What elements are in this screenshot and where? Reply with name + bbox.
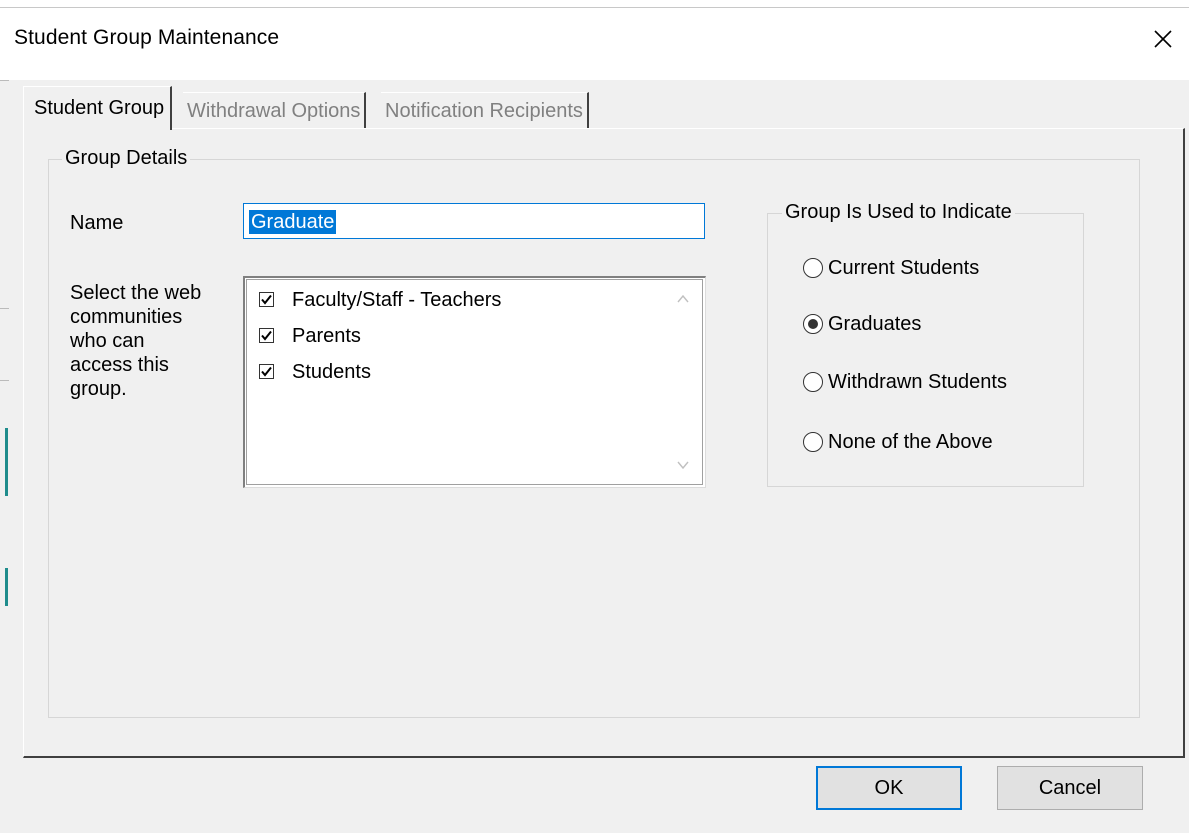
name-input-value: Graduate (249, 210, 337, 234)
edge-divider (0, 80, 9, 81)
radio-label: None of the Above (828, 431, 993, 453)
student-group-maintenance-dialog: Student Group Maintenance Student Group … (0, 0, 1189, 833)
radio-label: Current Students (828, 257, 980, 279)
top-divider (0, 7, 1189, 8)
dialog-title: Student Group Maintenance (14, 26, 280, 49)
radio-unselected-icon[interactable] (803, 372, 823, 392)
radio-label: Graduates (828, 313, 922, 335)
community-label: Students (292, 361, 371, 383)
radio-dot (808, 319, 818, 329)
background-window-accent (5, 568, 8, 606)
radio-unselected-icon[interactable] (803, 258, 823, 278)
scroll-up-arrow-icon[interactable] (675, 292, 691, 306)
scroll-down-arrow-icon[interactable] (675, 458, 691, 472)
background-window-accent (5, 428, 8, 496)
communities-label-line: access this (70, 354, 169, 376)
ok-button[interactable]: OK (816, 766, 962, 810)
communities-label-line: communities (70, 306, 183, 328)
checkbox-checked-icon[interactable] (259, 364, 274, 379)
communities-label-line: group. (70, 378, 127, 400)
community-label: Parents (292, 325, 361, 347)
checkbox-checked-icon[interactable] (259, 328, 274, 343)
name-input[interactable]: Graduate (243, 203, 705, 239)
tab-withdrawal-options[interactable]: Withdrawal Options (183, 92, 367, 129)
title-bar: Student Group Maintenance (0, 0, 1189, 80)
tab-notification-recipients[interactable]: Notification Recipients (381, 92, 589, 129)
edge-divider (0, 308, 9, 309)
communities-label-line: Select the web (70, 282, 202, 304)
radio-label: Withdrawn Students (828, 371, 1007, 393)
communities-label-line: who can (70, 330, 145, 352)
edge-divider (0, 380, 9, 381)
checkbox-checked-icon[interactable] (259, 292, 274, 307)
group-details-legend: Group Details (62, 147, 191, 169)
radio-unselected-icon[interactable] (803, 432, 823, 452)
usage-legend: Group Is Used to Indicate (782, 201, 1015, 223)
communities-listbox[interactable]: Faculty/Staff - Teachers Parents Student… (243, 276, 706, 488)
radio-selected-icon[interactable] (803, 314, 823, 334)
name-label: Name (70, 212, 124, 234)
tab-student-group[interactable]: Student Group (23, 86, 173, 130)
cancel-button[interactable]: Cancel (997, 766, 1143, 810)
close-icon[interactable] (1146, 22, 1180, 56)
community-label: Faculty/Staff - Teachers (292, 289, 502, 311)
